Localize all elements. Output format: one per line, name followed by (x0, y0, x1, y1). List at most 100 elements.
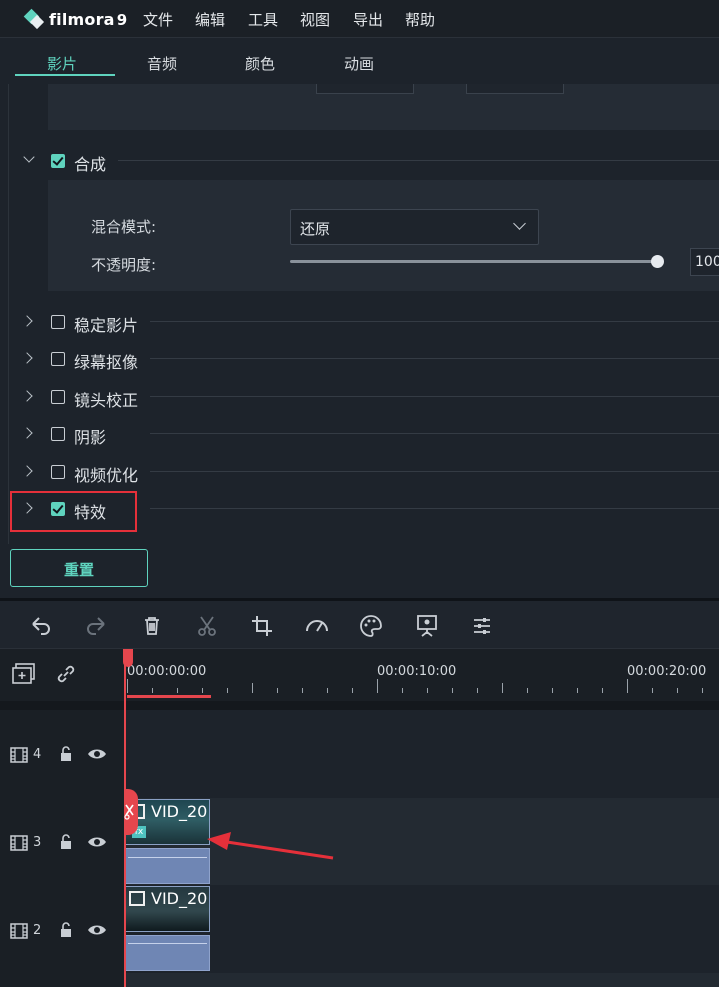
clip-video-part[interactable]: VID_20 (125, 886, 210, 932)
chevron-right-icon[interactable] (21, 390, 33, 402)
chroma-key-label: 绿幕抠像 (74, 353, 139, 372)
property-tabs: 影片 音频 颜色 动画 (0, 38, 719, 84)
redo-icon[interactable] (83, 613, 109, 639)
track-number: 4 (33, 747, 42, 762)
clip-audio-part[interactable] (125, 935, 210, 971)
ruler-tick (327, 688, 328, 693)
chroma-key-checkbox[interactable] (51, 352, 65, 366)
tab-color[interactable]: 颜色 (245, 53, 275, 74)
eye-icon[interactable] (87, 923, 107, 937)
track-4-lane[interactable] (125, 710, 719, 798)
position-y-field[interactable] (466, 84, 564, 94)
menu-view[interactable]: 视图 (300, 9, 330, 30)
chevron-right-icon[interactable] (21, 465, 33, 477)
section-divider (150, 471, 719, 472)
ruler-tick (477, 688, 478, 693)
tab-video[interactable]: 影片 (47, 53, 77, 74)
timeline-ruler[interactable]: 00:00:00:00 00:00:10:00 00:00:20:00 (125, 649, 719, 701)
annotation-arrow (207, 832, 334, 860)
ruler-tick (502, 683, 503, 693)
ruler-tick (602, 688, 603, 693)
menu-export[interactable]: 导出 (353, 9, 383, 30)
track-number: 3 (33, 835, 42, 850)
annotation-highlight-box (10, 491, 137, 532)
section-divider (150, 396, 719, 397)
eye-icon[interactable] (87, 747, 107, 761)
ruler-tick (677, 688, 678, 693)
ruler-tick (127, 679, 128, 693)
crop-icon[interactable] (249, 613, 275, 639)
filmora-window: filmora 9 文件 编辑 工具 视图 导出 帮助 影片 音频 颜色 动画 合… (0, 0, 719, 987)
film-icon (10, 747, 28, 763)
playhead-handle[interactable] (123, 649, 133, 667)
link-icon[interactable] (54, 662, 78, 686)
chevron-right-icon[interactable] (21, 315, 33, 327)
cut-icon[interactable] (194, 613, 220, 639)
chevron-right-icon[interactable] (21, 427, 33, 439)
menu-help[interactable]: 帮助 (405, 9, 435, 30)
track-3 (0, 798, 719, 885)
ruler-tick (452, 688, 453, 693)
menu-edit[interactable]: 编辑 (195, 9, 225, 30)
adjust-icon[interactable] (469, 613, 495, 639)
section-divider (150, 433, 719, 434)
chevron-down-icon[interactable] (23, 151, 35, 163)
shadow-checkbox[interactable] (51, 427, 65, 441)
transform-section-box (48, 84, 719, 130)
eye-icon[interactable] (87, 835, 107, 849)
blend-mode-select[interactable]: 还原 (290, 209, 539, 245)
video-enhance-checkbox[interactable] (51, 465, 65, 479)
green-screen-icon[interactable] (414, 613, 440, 639)
opacity-slider-track[interactable] (290, 260, 660, 263)
section-divider (150, 358, 719, 359)
delete-icon[interactable] (139, 613, 165, 639)
section-lens-correction[interactable]: 镜头校正 (0, 384, 719, 410)
color-icon[interactable] (358, 613, 384, 639)
undo-icon[interactable] (28, 613, 54, 639)
lens-correction-label: 镜头校正 (74, 391, 139, 410)
app-logo: filmora 9 (23, 6, 128, 32)
unlock-icon[interactable] (58, 746, 74, 762)
app-name: filmora 9 (49, 9, 128, 29)
ruler-label: 00:00:20:00 (627, 664, 707, 679)
section-divider (150, 508, 719, 509)
add-track-icon[interactable] (11, 662, 37, 686)
stabilization-label: 稳定影片 (74, 316, 139, 335)
position-x-field[interactable] (316, 84, 414, 94)
menu-file[interactable]: 文件 (143, 9, 173, 30)
film-icon (129, 891, 145, 906)
section-divider (118, 160, 719, 161)
reset-label: 重置 (63, 561, 94, 579)
reset-button[interactable]: 重置 (10, 549, 148, 587)
track-1-lane[interactable] (125, 973, 719, 987)
section-video-enhance[interactable]: 视频优化 (0, 459, 719, 485)
composite-checkbox[interactable] (51, 154, 65, 168)
speed-icon[interactable] (304, 613, 330, 639)
track-2-lane[interactable] (125, 885, 719, 973)
section-shadow[interactable]: 阴影 (0, 421, 719, 447)
section-chroma-key[interactable]: 绿幕抠像 (0, 346, 719, 372)
unlock-icon[interactable] (58, 922, 74, 938)
opacity-slider-thumb[interactable] (651, 255, 664, 268)
timeline-toolbar (0, 601, 719, 649)
video-enhance-label: 视频优化 (74, 466, 139, 485)
tab-audio[interactable]: 音频 (147, 53, 177, 74)
menu-tools[interactable]: 工具 (248, 9, 278, 30)
playhead-cut-handle[interactable] (124, 789, 138, 835)
section-composite[interactable]: 合成 (0, 148, 719, 174)
clip-name: VID_20 (151, 889, 208, 908)
opacity-input[interactable]: 100 (690, 248, 719, 276)
blend-mode-value: 还原 (300, 220, 331, 238)
chevron-right-icon[interactable] (21, 352, 33, 364)
ruler-tick (352, 688, 353, 693)
section-stabilization[interactable]: 稳定影片 (0, 309, 719, 335)
section-divider (150, 321, 719, 322)
unlock-icon[interactable] (58, 834, 74, 850)
stabilization-checkbox[interactable] (51, 315, 65, 329)
clip-audio-part[interactable] (125, 848, 210, 884)
lens-correction-checkbox[interactable] (51, 390, 65, 404)
tab-animation[interactable]: 动画 (344, 53, 374, 74)
ruler-tick (252, 683, 253, 693)
video-clip[interactable]: VID_20 (125, 886, 210, 972)
opacity-label: 不透明度: (91, 256, 157, 274)
